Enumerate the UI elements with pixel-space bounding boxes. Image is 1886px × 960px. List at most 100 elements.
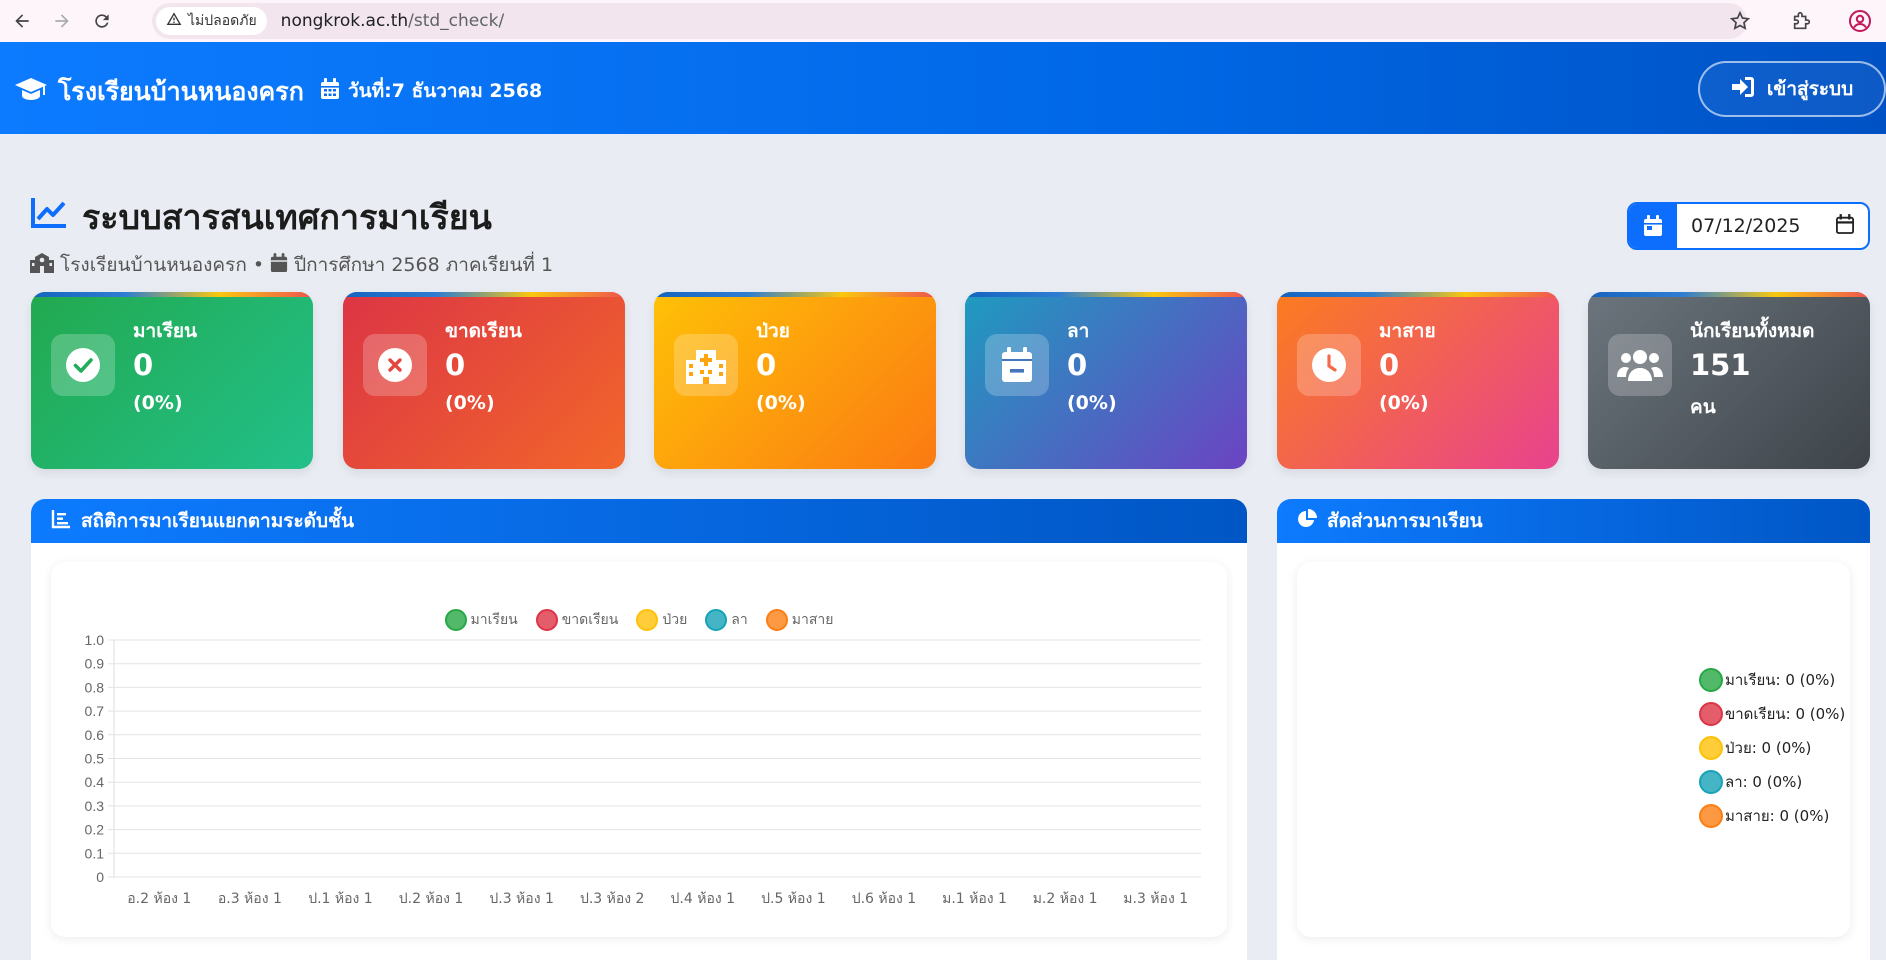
subtitle-school: โรงเรียนบ้านหนองครก [60, 254, 247, 276]
header-date: วันที่:7 ธันวาคม 2568 [320, 76, 542, 106]
bar-chart-panel: สถิติการมาเรียนแยกตามระดับชั้น มาเรียน ขา… [31, 499, 1247, 960]
pie-legend-item[interactable]: ลา: 0 (0%) [1699, 770, 1845, 794]
line-chart-icon [30, 196, 68, 239]
profile-icon[interactable] [1840, 1, 1880, 41]
card-value: 0 [445, 348, 466, 382]
reload-icon[interactable] [84, 3, 120, 39]
calendar-icon [270, 252, 288, 278]
date-input-value: 07/12/2025 [1691, 215, 1801, 237]
card-value: 151 [1690, 348, 1751, 382]
calendar-picker-icon[interactable] [1836, 213, 1854, 239]
card-value: 0 [1067, 348, 1088, 382]
card-percent: (0%) [1067, 392, 1117, 414]
bar-chart-panel-title: สถิติการมาเรียนแยกตามระดับชั้น [81, 510, 354, 532]
pie-chart-legend: มาเรียน: 0 (0%) ขาดเรียน: 0 (0%) ป่วย: 0 (… [1699, 668, 1845, 828]
extensions-icon[interactable] [1782, 1, 1822, 41]
address-bar[interactable]: ไม่ปลอดภัย nongkrok.ac.th/std_check/ [152, 3, 1747, 39]
login-button[interactable]: เข้าสู่ระบบ [1698, 61, 1886, 117]
x-tick-label: ป.1 ห้อง 1 [308, 891, 373, 907]
card-label: ขาดเรียน [445, 320, 522, 342]
pie-legend-swatch [1699, 702, 1723, 726]
calendar-day-icon [1629, 204, 1677, 248]
pie-legend-item[interactable]: ป่วย: 0 (0%) [1699, 736, 1845, 760]
bar-chart-panel-header: สถิติการมาเรียนแยกตามระดับชั้น [31, 499, 1247, 543]
page-subtitle: โรงเรียนบ้านหนองครก • ปีการศึกษา 2568 ภา… [30, 250, 553, 280]
x-tick-label: ป.6 ห้อง 1 [852, 891, 917, 907]
url-path: /std_check/ [408, 11, 505, 31]
brand[interactable]: โรงเรียนบ้านหนองครก [14, 72, 304, 112]
clock-icon [1297, 334, 1361, 396]
card-label: ป่วย [756, 320, 790, 342]
calendar-icon [320, 77, 340, 105]
bar-chart-container: มาเรียน ขาดเรียน ป่วย ลา มาสาย 0 0.1 0.2 0.3 0.4… [51, 562, 1227, 937]
graduation-cap-icon [14, 75, 48, 109]
subtitle-separator: • [252, 254, 265, 276]
card-value: 0 [133, 348, 154, 382]
pie-legend-swatch [1699, 668, 1723, 692]
x-tick-label: อ.3 ห้อง 1 [218, 891, 282, 907]
back-icon[interactable] [4, 3, 40, 39]
x-tick-label: ป.5 ห้อง 1 [761, 891, 826, 907]
x-tick-label: ม.2 ห้อง 1 [1033, 891, 1098, 907]
pie-chart-panel-header: สัดส่วนการมาเรียน [1277, 499, 1870, 543]
school-name: โรงเรียนบ้านหนองครก [58, 77, 304, 106]
card-present: มาเรียน 0 (0%) [31, 292, 313, 469]
x-tick-label: ป.4 ห้อง 1 [671, 891, 736, 907]
school-icon [30, 252, 54, 278]
users-icon [1608, 334, 1672, 396]
card-label: นักเรียนทั้งหมด [1690, 320, 1815, 342]
pie-legend-item[interactable]: มาเรียน: 0 (0%) [1699, 668, 1845, 692]
card-percent: (0%) [133, 392, 183, 414]
security-chip[interactable]: ไม่ปลอดภัย [156, 7, 267, 35]
pie-legend-label: มาสาย: 0 (0%) [1725, 807, 1830, 825]
card-label: ลา [1067, 320, 1090, 342]
warning-icon [166, 11, 182, 31]
x-tick-label: ป.3 ห้อง 2 [580, 891, 645, 907]
x-tick-label: ป.2 ห้อง 1 [399, 891, 464, 907]
pie-legend-swatch [1699, 736, 1723, 760]
y-tick-label: 0.1 [85, 845, 105, 861]
pie-legend-label: ขาดเรียน: 0 (0%) [1725, 705, 1846, 723]
bookmark-star-icon[interactable] [1720, 1, 1760, 41]
card-label: มาเรียน [133, 320, 198, 342]
card-percent: (0%) [445, 392, 495, 414]
check-circle-icon [51, 334, 115, 396]
pie-chart-icon [1297, 508, 1317, 534]
card-value: 0 [756, 348, 777, 382]
date-input[interactable]: 07/12/2025 [1677, 204, 1868, 248]
pie-chart-panel: สัดส่วนการมาเรียน มาเรียน: 0 (0%) ขาดเรีย… [1277, 499, 1870, 960]
subtitle-academic-year: ปีการศึกษา 2568 ภาคเรียนที่ 1 [294, 254, 554, 276]
card-percent: (0%) [756, 392, 806, 414]
url-host: nongkrok.ac.th [280, 11, 409, 31]
card-absent: ขาดเรียน 0 (0%) [343, 292, 625, 469]
card-value: 0 [1379, 348, 1400, 382]
y-tick-label: 0.7 [85, 703, 105, 719]
y-tick-label: 1.0 [85, 632, 105, 648]
card-total-students: นักเรียนทั้งหมด 151 คน [1588, 292, 1870, 469]
card-late: มาสาย 0 (0%) [1277, 292, 1559, 469]
forward-icon[interactable] [44, 3, 80, 39]
pie-chart-container: มาเรียน: 0 (0%) ขาดเรียน: 0 (0%) ป่วย: 0 (… [1297, 562, 1850, 937]
pie-legend-item[interactable]: ขาดเรียน: 0 (0%) [1699, 702, 1845, 726]
url-text: nongkrok.ac.th/std_check/ [281, 11, 505, 31]
y-tick-label: 0.6 [85, 727, 105, 743]
pie-legend-item[interactable]: มาสาย: 0 (0%) [1699, 804, 1845, 828]
app-header: โรงเรียนบ้านหนองครก วันที่:7 ธันวาคม 256… [0, 42, 1886, 134]
bar-chart-icon [51, 509, 71, 534]
pie-legend-label: ลา: 0 (0%) [1725, 773, 1803, 791]
card-percent: (0%) [1379, 392, 1429, 414]
y-tick-label: 0.8 [85, 679, 105, 695]
x-tick-label: ม.1 ห้อง 1 [942, 891, 1007, 907]
pie-legend-swatch [1699, 770, 1723, 794]
x-tick-label: อ.2 ห้อง 1 [127, 891, 191, 907]
page-title-text: ระบบสารสนเทศการมาเรียน [82, 198, 492, 238]
date-picker[interactable]: 07/12/2025 [1627, 202, 1870, 250]
times-circle-icon [363, 334, 427, 396]
card-sick: ป่วย 0 (0%) [654, 292, 936, 469]
y-tick-label: 0.5 [85, 751, 105, 767]
hospital-icon [674, 334, 738, 396]
bar-chart: 0 0.1 0.2 0.3 0.4 0.5 0.6 0.7 0.8 0.9 1.0 อ.2 ห้อง … [85, 632, 1201, 907]
pie-legend-label: มาเรียน: 0 (0%) [1725, 671, 1836, 689]
pie-legend-label: ป่วย: 0 (0%) [1725, 739, 1812, 757]
y-tick-label: 0.4 [85, 774, 105, 790]
